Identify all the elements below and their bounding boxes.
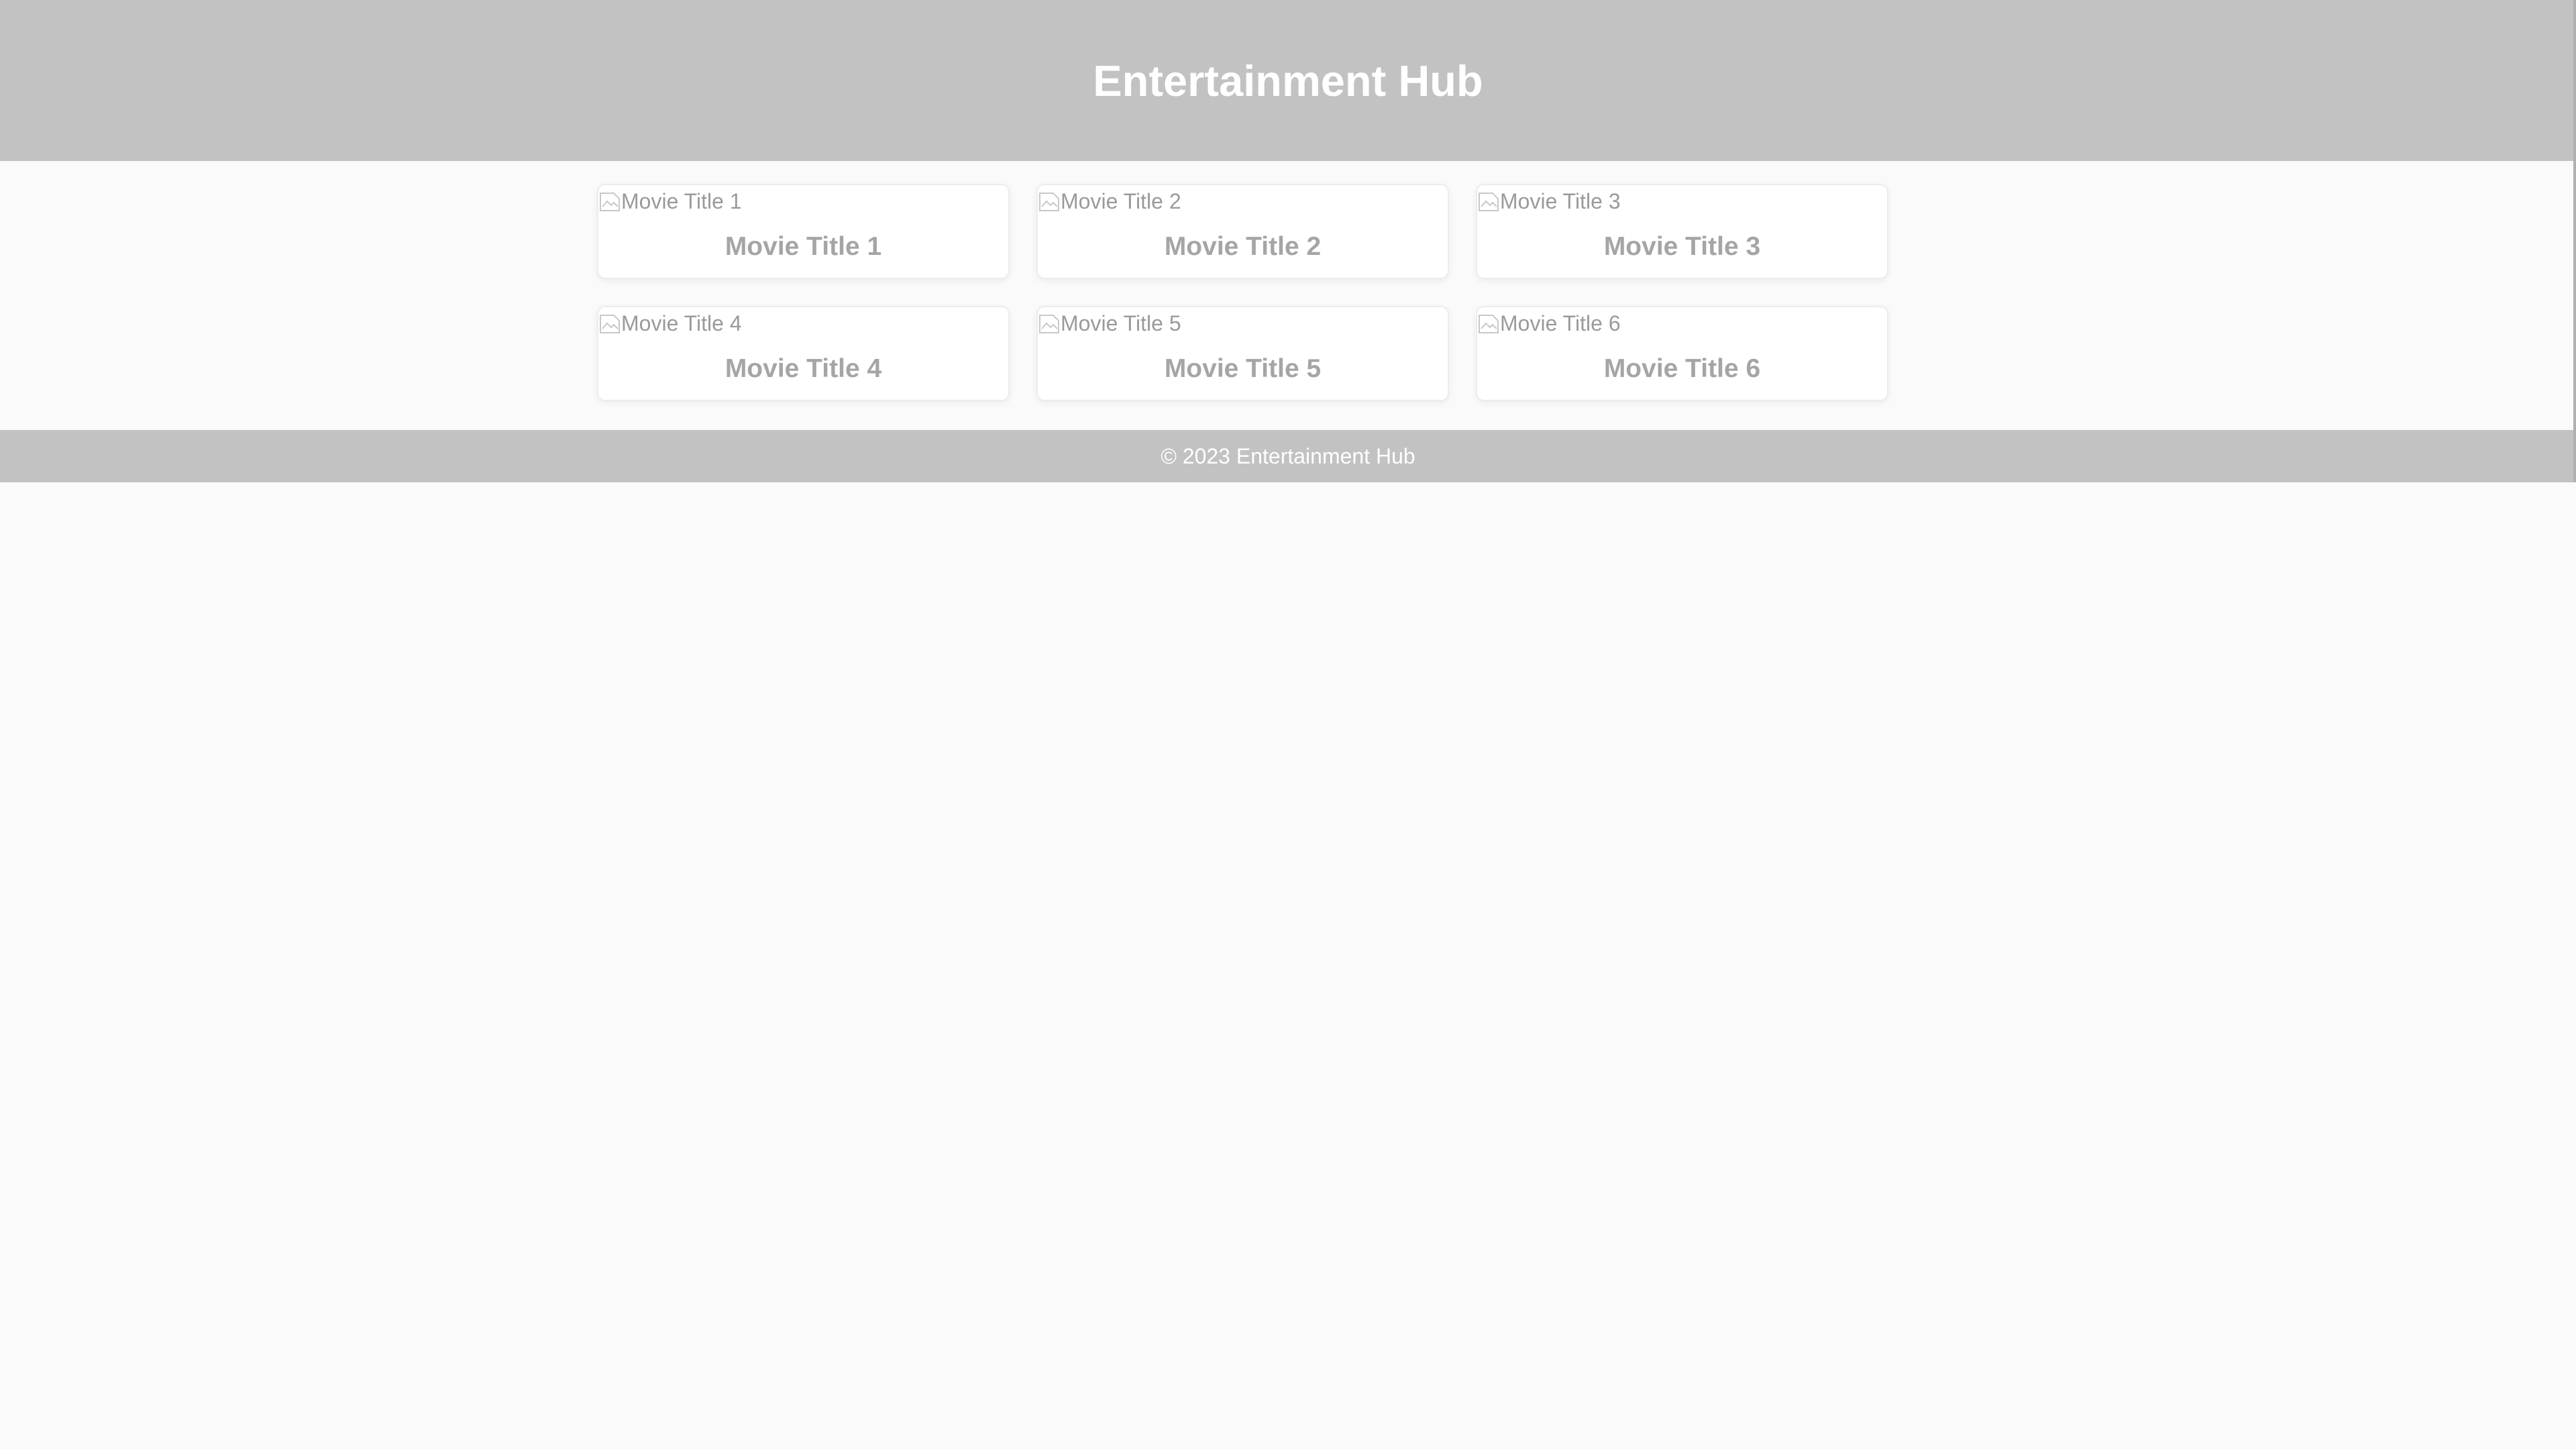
broken-image-icon bbox=[598, 189, 621, 213]
site-header: Entertainment Hub bbox=[0, 0, 2576, 161]
movie-poster[interactable]: Movie Title 2 bbox=[1038, 188, 1181, 215]
movie-poster[interactable]: Movie Title 1 bbox=[598, 188, 742, 215]
broken-image-icon bbox=[1477, 189, 1500, 213]
movie-poster-alt: Movie Title 5 bbox=[1061, 311, 1181, 335]
movie-poster-alt: Movie Title 4 bbox=[621, 311, 742, 335]
movie-poster[interactable]: Movie Title 5 bbox=[1038, 310, 1181, 337]
broken-image-icon bbox=[1038, 311, 1061, 335]
movie-title[interactable]: Movie Title 2 bbox=[1038, 232, 1448, 262]
broken-image-icon bbox=[598, 311, 621, 335]
movie-poster-alt: Movie Title 3 bbox=[1500, 189, 1621, 213]
scrollbar[interactable] bbox=[2573, 0, 2576, 482]
movie-poster[interactable]: Movie Title 4 bbox=[598, 310, 742, 337]
movie-card[interactable]: Movie Title 1 Movie Title 1 bbox=[597, 184, 1010, 279]
movie-card[interactable]: Movie Title 4 Movie Title 4 bbox=[597, 306, 1010, 401]
movie-card[interactable]: Movie Title 3 Movie Title 3 bbox=[1476, 184, 1888, 279]
movie-poster-alt: Movie Title 1 bbox=[621, 189, 742, 213]
footer-copyright: © 2023 Entertainment Hub bbox=[1161, 443, 1415, 468]
movie-title[interactable]: Movie Title 3 bbox=[1477, 232, 1887, 262]
site-title: Entertainment Hub bbox=[1093, 56, 1483, 105]
site-footer: © 2023 Entertainment Hub bbox=[0, 430, 2576, 482]
movie-title[interactable]: Movie Title 1 bbox=[598, 232, 1008, 262]
movie-grid: Movie Title 1 Movie Title 1 Movie Title … bbox=[597, 184, 1890, 401]
movie-poster-alt: Movie Title 2 bbox=[1061, 189, 1181, 213]
movie-poster[interactable]: Movie Title 6 bbox=[1477, 310, 1621, 337]
movie-poster[interactable]: Movie Title 3 bbox=[1477, 188, 1621, 215]
movie-title[interactable]: Movie Title 6 bbox=[1477, 354, 1887, 384]
movie-title[interactable]: Movie Title 4 bbox=[598, 354, 1008, 384]
movie-title[interactable]: Movie Title 5 bbox=[1038, 354, 1448, 384]
broken-image-icon bbox=[1038, 189, 1061, 213]
broken-image-icon bbox=[1477, 311, 1500, 335]
movie-poster-alt: Movie Title 6 bbox=[1500, 311, 1621, 335]
movie-card[interactable]: Movie Title 2 Movie Title 2 bbox=[1036, 184, 1449, 279]
movie-card[interactable]: Movie Title 5 Movie Title 5 bbox=[1036, 306, 1449, 401]
movie-card[interactable]: Movie Title 6 Movie Title 6 bbox=[1476, 306, 1888, 401]
